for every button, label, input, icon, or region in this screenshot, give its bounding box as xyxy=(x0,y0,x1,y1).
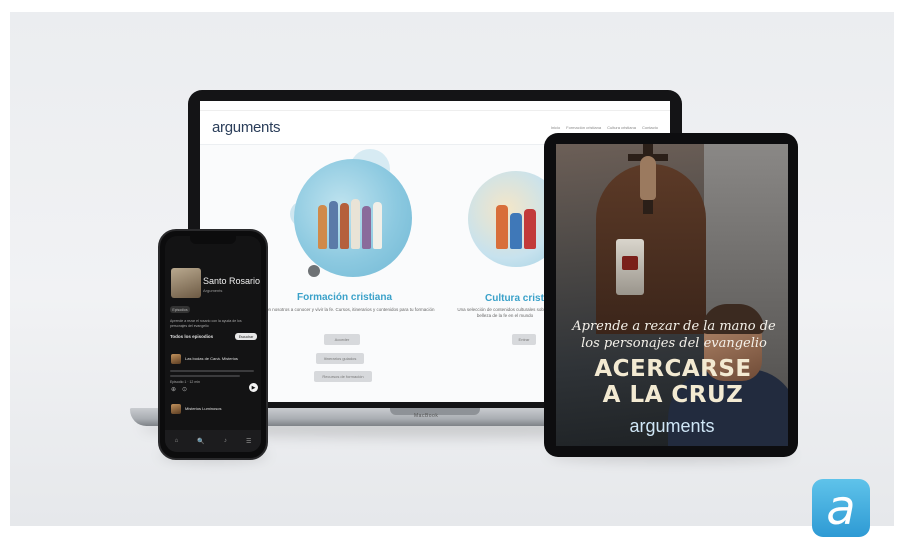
nav-item-formacion[interactable]: Formación cristiana xyxy=(566,125,601,130)
decor-dot xyxy=(308,265,320,277)
home-icon[interactable]: ⌂ xyxy=(175,438,179,444)
podcast-author[interactable]: Arguments xyxy=(203,288,222,293)
nav-item-inicio[interactable]: Inicio xyxy=(551,125,560,130)
headline-line-1: ACERCARSE xyxy=(594,356,752,382)
share-icon[interactable]: ⊙ xyxy=(182,386,187,393)
search-icon[interactable]: 🔍 xyxy=(197,438,204,445)
arguments-app-icon[interactable]: a xyxy=(812,479,870,537)
recursos-button[interactable]: Recursos de formación xyxy=(314,371,372,382)
mini-player-title[interactable]: Misterios Luminosos xyxy=(185,406,221,411)
phone-screen: Santo Rosario Arguments Episodios Aprend… xyxy=(165,236,261,452)
tablet-headline: ACERCARSE A LA CRUZ xyxy=(566,356,780,408)
apostles-illustration xyxy=(318,199,382,249)
entrar-button[interactable]: Entrar xyxy=(512,334,536,345)
episode-text-line xyxy=(170,375,240,377)
itinerarios-button[interactable]: Itinerarios guiados xyxy=(316,353,364,364)
play-icon[interactable]: ▶ xyxy=(249,383,258,392)
tablet-logo: arguments xyxy=(629,416,715,436)
nav-item-contacto[interactable]: Contacto xyxy=(642,125,658,130)
podcast-description: Aprende a rezar el rosario con la ayuda … xyxy=(170,319,242,328)
crucifix-figure xyxy=(640,156,656,200)
phone-tab-bar: ⌂ 🔍 ♪ ☰ xyxy=(165,430,261,452)
laptop-brand-label: MacBook xyxy=(414,413,439,419)
podcast-cover-art xyxy=(171,268,201,298)
episode-text-line xyxy=(170,370,254,372)
podcast-title: Santo Rosario xyxy=(203,276,261,286)
episode-thumbnail xyxy=(171,354,181,364)
episodes-section-label: Todos los episodios xyxy=(170,334,214,339)
phone-notch xyxy=(190,236,236,244)
site-nav: Inicio Formación cristiana Cultura crist… xyxy=(551,125,658,130)
formacion-title[interactable]: Formación cristiana xyxy=(297,292,392,303)
episode-meta: Episodio 1 · 12 min xyxy=(170,380,200,384)
download-icon[interactable]: ⊕ xyxy=(171,386,176,393)
lamp-red-glass xyxy=(622,256,638,270)
listen-button[interactable]: Escuchar xyxy=(235,333,257,340)
formacion-text: Aprende con nosotros a conocer y vivir l… xyxy=(245,307,435,312)
menu-icon[interactable]: ☰ xyxy=(246,438,251,445)
browser-topbar xyxy=(200,101,670,111)
library-icon[interactable]: ♪ xyxy=(224,438,227,444)
mini-player-art xyxy=(171,404,181,414)
headline-line-2: A LA CRUZ xyxy=(602,382,744,408)
family-illustration xyxy=(496,205,536,249)
tablet-script-text: Aprende a rezar de la mano de los person… xyxy=(572,319,776,351)
nav-item-cultura[interactable]: Cultura cristiana xyxy=(607,125,636,130)
tablet-screen: Aprende a rezar de la mano de los person… xyxy=(556,144,788,446)
acceder-button[interactable]: Acceder xyxy=(324,334,360,345)
episodes-tab[interactable]: Episodios xyxy=(170,306,190,313)
site-logo[interactable]: arguments xyxy=(212,119,280,136)
episode-actions: ⊕ ⊙ xyxy=(171,386,187,393)
episode-title[interactable]: Las bodas de Caná. Misterios xyxy=(185,356,238,361)
